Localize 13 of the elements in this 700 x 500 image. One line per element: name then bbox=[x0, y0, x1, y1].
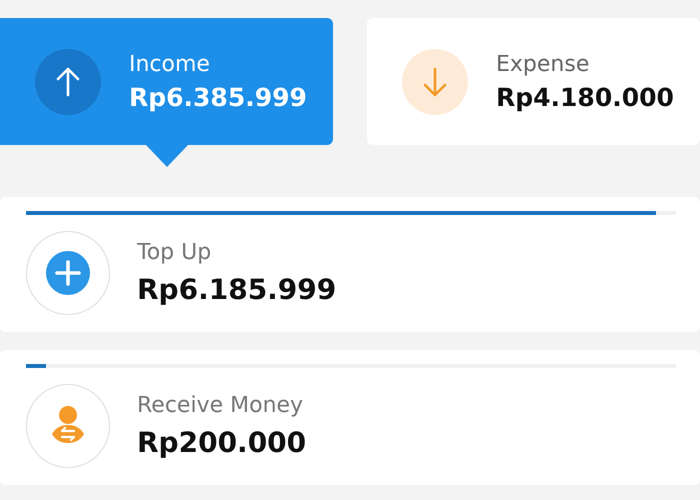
arrow-up-icon bbox=[35, 48, 101, 114]
tab-amount: Rp4.180.000 bbox=[496, 82, 674, 112]
plus-icon bbox=[46, 251, 90, 295]
tab-amount: Rp6.385.999 bbox=[129, 82, 307, 112]
tab-label: Expense bbox=[496, 52, 590, 76]
entry-label: Top Up bbox=[137, 240, 212, 265]
entry-amount: Rp6.185.999 bbox=[137, 273, 336, 306]
tab-label: Income bbox=[129, 52, 211, 76]
entry-amount: Rp200.000 bbox=[137, 426, 306, 459]
entry-label: Receive Money bbox=[137, 393, 304, 418]
tab-pointer bbox=[145, 144, 189, 167]
summary-tab[interactable]: Expense Rp4.180.000 bbox=[367, 18, 700, 145]
arrow-down-icon bbox=[402, 48, 468, 114]
